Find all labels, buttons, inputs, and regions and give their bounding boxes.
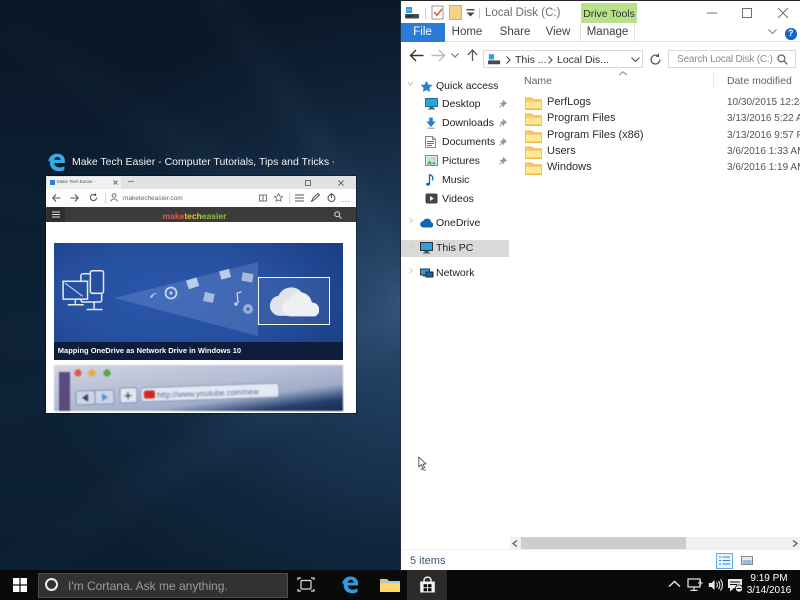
svg-text:+: + <box>124 387 133 403</box>
